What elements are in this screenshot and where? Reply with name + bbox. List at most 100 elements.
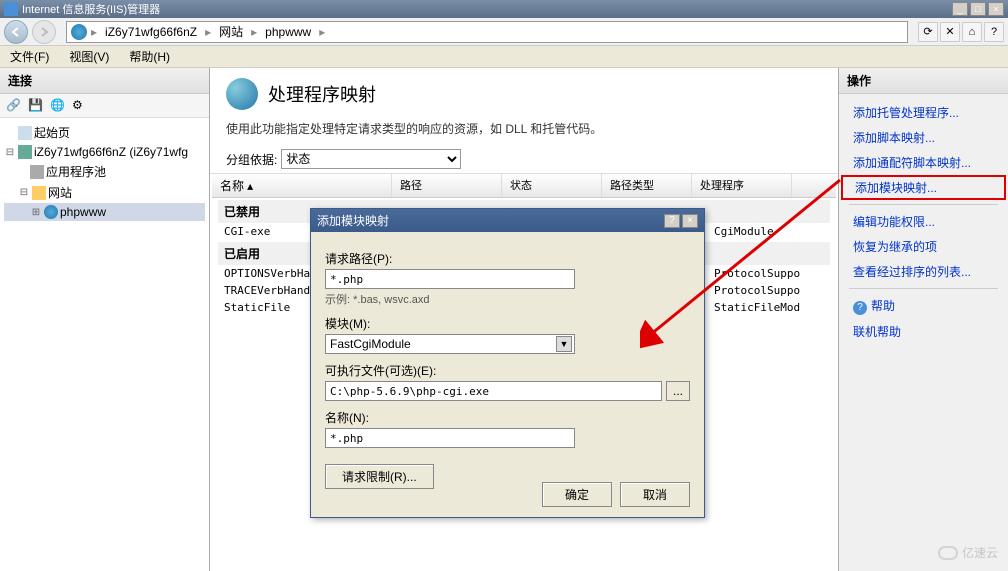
col-state[interactable]: 状态	[502, 174, 602, 197]
cancel-button[interactable]: 取消	[620, 482, 690, 507]
connections-header: 连接	[0, 68, 209, 94]
server-icon	[18, 145, 32, 159]
col-pathtype[interactable]: 路径类型	[602, 174, 692, 197]
action-add-wildcard[interactable]: 添加通配符脚本映射...	[839, 150, 1008, 175]
connections-title: 连接	[8, 72, 32, 89]
executable-input[interactable]	[325, 381, 662, 401]
action-edit-permissions[interactable]: 编辑功能权限...	[839, 209, 1008, 234]
site-icon	[44, 205, 58, 219]
action-add-managed[interactable]: 添加托管处理程序...	[839, 100, 1008, 125]
action-view-sorted[interactable]: 查看经过排序的列表...	[839, 259, 1008, 284]
maximize-button[interactable]: □	[970, 2, 986, 16]
tree-label: 应用程序池	[46, 163, 106, 180]
connections-toolbar: 🔗 💾 🌐 ⚙	[0, 94, 209, 118]
dialog-title: 添加模块映射	[317, 212, 389, 229]
cell-handler: ProtocolSuppo	[714, 284, 800, 297]
collapse-icon[interactable]: ⊟	[4, 147, 16, 158]
filter-label: 分组依据:	[226, 151, 277, 168]
request-limit-button[interactable]: 请求限制(R)...	[325, 464, 434, 489]
tree-startpage[interactable]: 起始页	[4, 122, 205, 143]
tree-label: phpwww	[60, 205, 106, 219]
home-icon	[18, 126, 32, 140]
action-add-module[interactable]: 添加模块映射...	[841, 175, 1006, 200]
tree-label: 网站	[48, 184, 72, 201]
tree-apppool[interactable]: 应用程序池	[4, 161, 205, 182]
refresh-icon[interactable]: ⟳	[918, 22, 938, 42]
close-button[interactable]: ×	[988, 2, 1004, 16]
col-path[interactable]: 路径	[392, 174, 502, 197]
expand-icon[interactable]: ⊞	[30, 207, 42, 218]
chevron-down-icon: ▼	[556, 336, 572, 352]
server-icon	[71, 24, 87, 40]
stop-icon[interactable]: ✕	[940, 22, 960, 42]
breadcrumb-sites[interactable]: 网站	[215, 21, 247, 42]
request-path-input[interactable]	[325, 269, 575, 289]
dialog-close-button[interactable]: ×	[682, 214, 698, 228]
tree-sites[interactable]: ⊟ 网站	[4, 182, 205, 203]
action-help[interactable]: ?帮助	[839, 293, 1008, 319]
help-icon: ?	[853, 301, 867, 315]
window-title: Internet 信息服务(IIS)管理器	[22, 1, 952, 17]
collapse-icon[interactable]: ⊟	[18, 187, 30, 198]
breadcrumb-server[interactable]: iZ6y71wfg66f6nZ	[101, 23, 201, 41]
feature-icon	[226, 78, 258, 110]
request-path-label: 请求路径(P):	[325, 250, 690, 267]
module-select[interactable]: FastCgiModule ▼	[325, 334, 575, 354]
module-label: 模块(M):	[325, 315, 690, 332]
cell-handler: StaticFileMod	[714, 301, 800, 314]
world-icon[interactable]: 🌐	[50, 98, 66, 114]
col-name[interactable]: 名称 ▴	[212, 174, 392, 197]
cloud-icon	[938, 546, 958, 560]
tree-label: 起始页	[34, 124, 70, 141]
actions-panel: 操作 添加托管处理程序... 添加脚本映射... 添加通配符脚本映射... 添加…	[838, 68, 1008, 571]
menu-help[interactable]: 帮助(H)	[125, 46, 174, 67]
name-input[interactable]	[325, 428, 575, 448]
nav-toolbar: ▸ iZ6y71wfg66f6nZ ▸ 网站 ▸ phpwww ▸ ⟳ ✕ ⌂ …	[0, 18, 1008, 46]
module-value: FastCgiModule	[330, 337, 411, 351]
tree-site-phpwww[interactable]: ⊞ phpwww	[4, 203, 205, 221]
action-online-help[interactable]: 联机帮助	[839, 319, 1008, 344]
chevron-right-icon: ▸	[91, 25, 97, 39]
dialog-help-button[interactable]: ?	[664, 214, 680, 228]
menu-file[interactable]: 文件(F)	[6, 46, 53, 67]
forward-button[interactable]	[32, 20, 56, 44]
breadcrumb-bar[interactable]: ▸ iZ6y71wfg66f6nZ ▸ 网站 ▸ phpwww ▸	[66, 21, 908, 43]
pool-icon	[30, 165, 44, 179]
groupby-select[interactable]: 状态	[281, 149, 461, 169]
connections-panel: 连接 🔗 💾 🌐 ⚙ 起始页 ⊟ iZ6y71wfg66f6nZ (iZ6y71…	[0, 68, 210, 571]
connections-tree: 起始页 ⊟ iZ6y71wfg66f6nZ (iZ6y71wfg 应用程序池 ⊟…	[0, 118, 209, 571]
arrow-right-icon	[38, 26, 50, 38]
app-icon	[4, 2, 18, 16]
minimize-button[interactable]: _	[952, 2, 968, 16]
action-revert[interactable]: 恢复为继承的项	[839, 234, 1008, 259]
sort-icon: ▴	[247, 179, 253, 193]
ok-button[interactable]: 确定	[542, 482, 612, 507]
gear-icon[interactable]: ⚙	[72, 98, 88, 114]
help-icon[interactable]: ?	[984, 22, 1004, 42]
menu-view[interactable]: 视图(V)	[65, 46, 113, 67]
chevron-right-icon: ▸	[319, 25, 325, 39]
back-button[interactable]	[4, 20, 28, 44]
folder-icon	[32, 186, 46, 200]
col-handler[interactable]: 处理程序	[692, 174, 792, 197]
dialog-titlebar: 添加模块映射 ? ×	[311, 209, 704, 232]
chevron-right-icon: ▸	[251, 25, 257, 39]
breadcrumb-site[interactable]: phpwww	[261, 23, 315, 41]
page-description: 使用此功能指定处理特定请求类型的响应的资源，如 DLL 和托管代码。	[210, 120, 838, 145]
watermark: 亿速云	[938, 544, 998, 561]
actions-header: 操作	[839, 68, 1008, 94]
save-icon[interactable]: 💾	[28, 98, 44, 114]
action-add-script[interactable]: 添加脚本映射...	[839, 125, 1008, 150]
name-label: 名称(N):	[325, 409, 690, 426]
chevron-right-icon: ▸	[205, 25, 211, 39]
connect-icon[interactable]: 🔗	[6, 98, 22, 114]
cell-handler: CgiModule	[714, 225, 774, 238]
page-title: 处理程序映射	[268, 81, 376, 107]
menubar: 文件(F) 视图(V) 帮助(H)	[0, 46, 1008, 68]
home-icon[interactable]: ⌂	[962, 22, 982, 42]
tree-server[interactable]: ⊟ iZ6y71wfg66f6nZ (iZ6y71wfg	[4, 143, 205, 161]
window-titlebar: Internet 信息服务(IIS)管理器 _ □ ×	[0, 0, 1008, 18]
table-header: 名称 ▴ 路径 状态 路径类型 处理程序	[212, 174, 836, 198]
example-hint: 示例: *.bas, wsvc.axd	[325, 291, 690, 307]
browse-button[interactable]: ...	[666, 381, 690, 401]
